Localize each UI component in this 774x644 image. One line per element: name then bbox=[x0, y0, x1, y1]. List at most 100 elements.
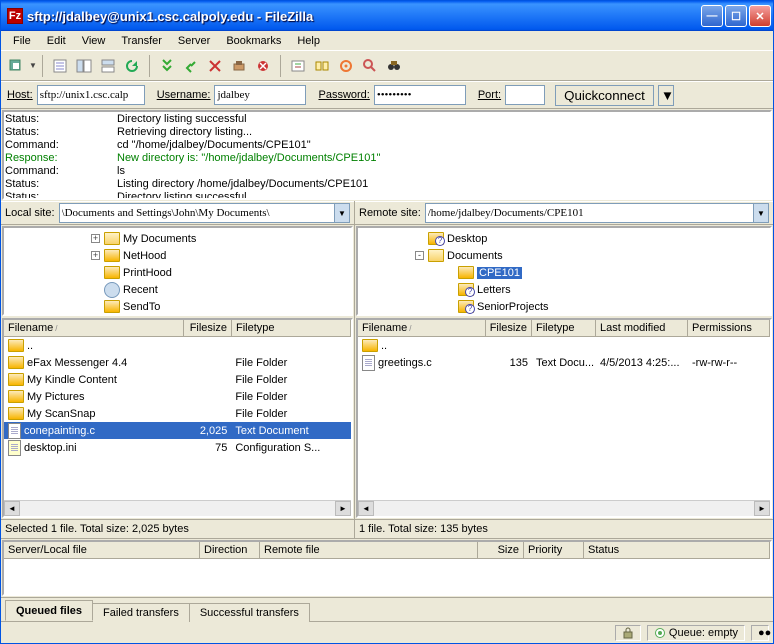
local-tree[interactable]: +My Documents+NetHoodPrintHoodRecentSend… bbox=[2, 226, 353, 316]
encryption-indicator[interactable] bbox=[615, 625, 641, 641]
sitemanager-button[interactable] bbox=[5, 55, 27, 77]
tree-item[interactable]: SendTo bbox=[6, 298, 349, 315]
expander-icon[interactable]: + bbox=[91, 234, 100, 243]
scroll-track[interactable] bbox=[374, 501, 754, 516]
tree-item[interactable]: Letters bbox=[360, 281, 768, 298]
minimize-button[interactable]: — bbox=[701, 5, 723, 27]
filter-button[interactable] bbox=[287, 55, 309, 77]
remote-path-input[interactable] bbox=[426, 204, 753, 222]
expander-icon[interactable]: + bbox=[91, 251, 100, 260]
tree-item[interactable]: -Documents bbox=[360, 247, 768, 264]
port-label: Port: bbox=[478, 89, 501, 101]
tree-item[interactable]: Desktop bbox=[360, 230, 768, 247]
scroll-left-icon[interactable]: ◄ bbox=[358, 501, 374, 516]
queue-status[interactable]: Queue: empty bbox=[647, 625, 745, 641]
tree-item[interactable]: Recent bbox=[6, 281, 349, 298]
remote-tree[interactable]: Desktop-DocumentsCPE101LettersSeniorProj… bbox=[356, 226, 772, 316]
sitemanager-dropdown[interactable]: ▼ bbox=[29, 61, 36, 70]
cancel-op-button[interactable] bbox=[252, 55, 274, 77]
local-filelist[interactable]: Filename/ Filesize Filetype ..eFax Messe… bbox=[2, 318, 353, 518]
scrollbar-horizontal[interactable]: ◄ ► bbox=[358, 500, 770, 516]
status-indicator[interactable]: ●● bbox=[751, 625, 769, 641]
col-priority[interactable]: Priority bbox=[524, 542, 584, 558]
col-filename[interactable]: Filename/ bbox=[4, 320, 184, 336]
file-row[interactable]: My PicturesFile Folder bbox=[4, 388, 351, 405]
separator bbox=[42, 55, 43, 77]
local-pane: Local site: ▼ +My Documents+NetHoodPrint… bbox=[1, 201, 355, 539]
toggle-queue-button[interactable] bbox=[97, 55, 119, 77]
menu-server[interactable]: Server bbox=[170, 33, 218, 49]
tree-item[interactable]: +My Documents bbox=[6, 230, 349, 247]
tree-item[interactable]: SeniorProjects bbox=[360, 298, 768, 315]
local-path-combo[interactable]: ▼ bbox=[59, 203, 350, 223]
tab-successful-transfers[interactable]: Successful transfers bbox=[189, 603, 310, 622]
transfer-queue[interactable]: Server/Local file Direction Remote file … bbox=[2, 540, 772, 596]
col-modified[interactable]: Last modified bbox=[596, 320, 688, 336]
menu-edit[interactable]: Edit bbox=[39, 33, 74, 49]
maximize-button[interactable]: ☐ bbox=[725, 5, 747, 27]
password-input[interactable] bbox=[374, 85, 466, 105]
file-row[interactable]: eFax Messenger 4.4File Folder bbox=[4, 354, 351, 371]
menu-bookmarks[interactable]: Bookmarks bbox=[218, 33, 289, 49]
refresh-button[interactable] bbox=[121, 55, 143, 77]
scroll-right-icon[interactable]: ► bbox=[335, 501, 351, 516]
reconnect-button[interactable] bbox=[228, 55, 250, 77]
menu-view[interactable]: View bbox=[74, 33, 114, 49]
menu-help[interactable]: Help bbox=[289, 33, 328, 49]
scroll-left-icon[interactable]: ◄ bbox=[4, 501, 20, 516]
file-row[interactable]: .. bbox=[358, 337, 770, 354]
file-row[interactable]: My Kindle ContentFile Folder bbox=[4, 371, 351, 388]
toggle-tree-button[interactable] bbox=[73, 55, 95, 77]
titlebar[interactable]: Fz sftp://jdalbey@unix1.csc.calpoly.edu … bbox=[1, 1, 773, 31]
close-button[interactable]: ✕ bbox=[749, 5, 771, 27]
tree-item[interactable]: +NetHood bbox=[6, 247, 349, 264]
main-split: Local site: ▼ +My Documents+NetHoodPrint… bbox=[1, 201, 773, 539]
file-row[interactable]: conepainting.c2,025Text Document bbox=[4, 422, 351, 439]
col-server-localfile[interactable]: Server/Local file bbox=[4, 542, 200, 558]
file-row[interactable]: desktop.ini75Configuration S... bbox=[4, 439, 351, 456]
scroll-right-icon[interactable]: ► bbox=[754, 501, 770, 516]
binoculars-button[interactable] bbox=[383, 55, 405, 77]
quickconnect-button[interactable]: Quickconnect bbox=[555, 85, 654, 106]
file-row[interactable]: .. bbox=[4, 337, 351, 354]
tab-failed-transfers[interactable]: Failed transfers bbox=[92, 603, 190, 622]
col-filename[interactable]: Filename/ bbox=[358, 320, 486, 336]
tab-queued-files[interactable]: Queued files bbox=[5, 600, 93, 621]
log-line: Command:cd "/home/jdalbey/Documents/CPE1… bbox=[5, 139, 769, 152]
search-button[interactable] bbox=[359, 55, 381, 77]
col-permissions[interactable]: Permissions bbox=[688, 320, 770, 336]
host-input[interactable] bbox=[37, 85, 145, 105]
scrollbar-horizontal[interactable]: ◄ ► bbox=[4, 500, 351, 516]
dropdown-icon[interactable]: ▼ bbox=[753, 204, 768, 222]
sync-button[interactable] bbox=[335, 55, 357, 77]
col-status[interactable]: Status bbox=[584, 542, 770, 558]
col-remotefile[interactable]: Remote file bbox=[260, 542, 478, 558]
compare-button[interactable] bbox=[311, 55, 333, 77]
col-filesize[interactable]: Filesize bbox=[486, 320, 532, 336]
remote-filelist[interactable]: Filename/ Filesize Filetype Last modifie… bbox=[356, 318, 772, 518]
disconnect-button[interactable] bbox=[204, 55, 226, 77]
port-input[interactable] bbox=[505, 85, 545, 105]
col-filetype[interactable]: Filetype bbox=[532, 320, 596, 336]
tree-item[interactable]: CPE101 bbox=[360, 264, 768, 281]
file-row[interactable]: My ScanSnapFile Folder bbox=[4, 405, 351, 422]
username-input[interactable] bbox=[214, 85, 306, 105]
local-path-input[interactable] bbox=[60, 204, 334, 222]
col-filesize[interactable]: Filesize bbox=[184, 320, 232, 336]
tree-item[interactable]: PrintHood bbox=[6, 264, 349, 281]
scroll-track[interactable] bbox=[20, 501, 335, 516]
remote-path-combo[interactable]: ▼ bbox=[425, 203, 769, 223]
cancel-button[interactable] bbox=[180, 55, 202, 77]
quickconnect-dropdown[interactable]: ▼ bbox=[658, 85, 674, 106]
col-direction[interactable]: Direction bbox=[200, 542, 260, 558]
toggle-log-button[interactable] bbox=[49, 55, 71, 77]
message-log[interactable]: Status:Directory listing successfulStatu… bbox=[2, 110, 772, 200]
process-queue-button[interactable] bbox=[156, 55, 178, 77]
file-row[interactable]: greetings.c135Text Docu...4/5/2013 4:25:… bbox=[358, 354, 770, 371]
expander-icon[interactable]: - bbox=[415, 251, 424, 260]
col-size[interactable]: Size bbox=[478, 542, 524, 558]
col-filetype[interactable]: Filetype bbox=[232, 320, 351, 336]
menu-file[interactable]: File bbox=[5, 33, 39, 49]
dropdown-icon[interactable]: ▼ bbox=[334, 204, 349, 222]
menu-transfer[interactable]: Transfer bbox=[113, 33, 170, 49]
